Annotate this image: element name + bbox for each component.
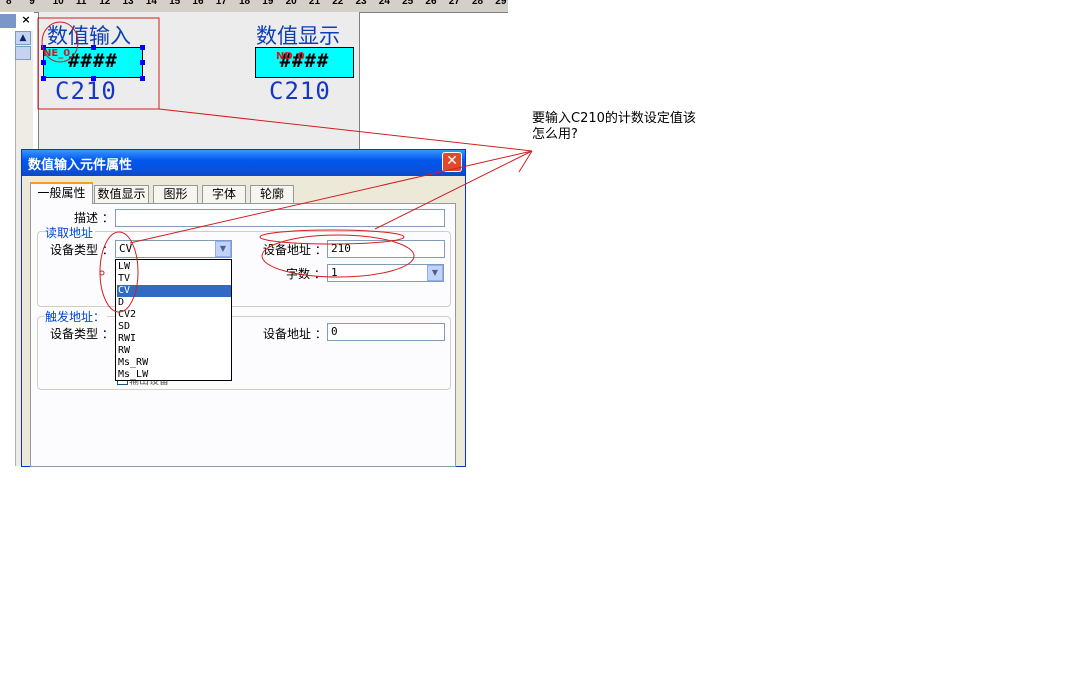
annotation-line [374,150,533,230]
annotation-circle-dropdown [99,231,139,313]
annotation-dot [99,270,105,276]
annotation-circle-address-top [259,229,405,245]
annotation-circle-tag [41,21,79,63]
annotation-line [129,150,533,244]
annotation-overlay [37,17,533,313]
annotation-highlight-box [37,17,160,110]
annotation-line [158,108,533,152]
tab-general[interactable]: 一般属性 [30,182,93,204]
